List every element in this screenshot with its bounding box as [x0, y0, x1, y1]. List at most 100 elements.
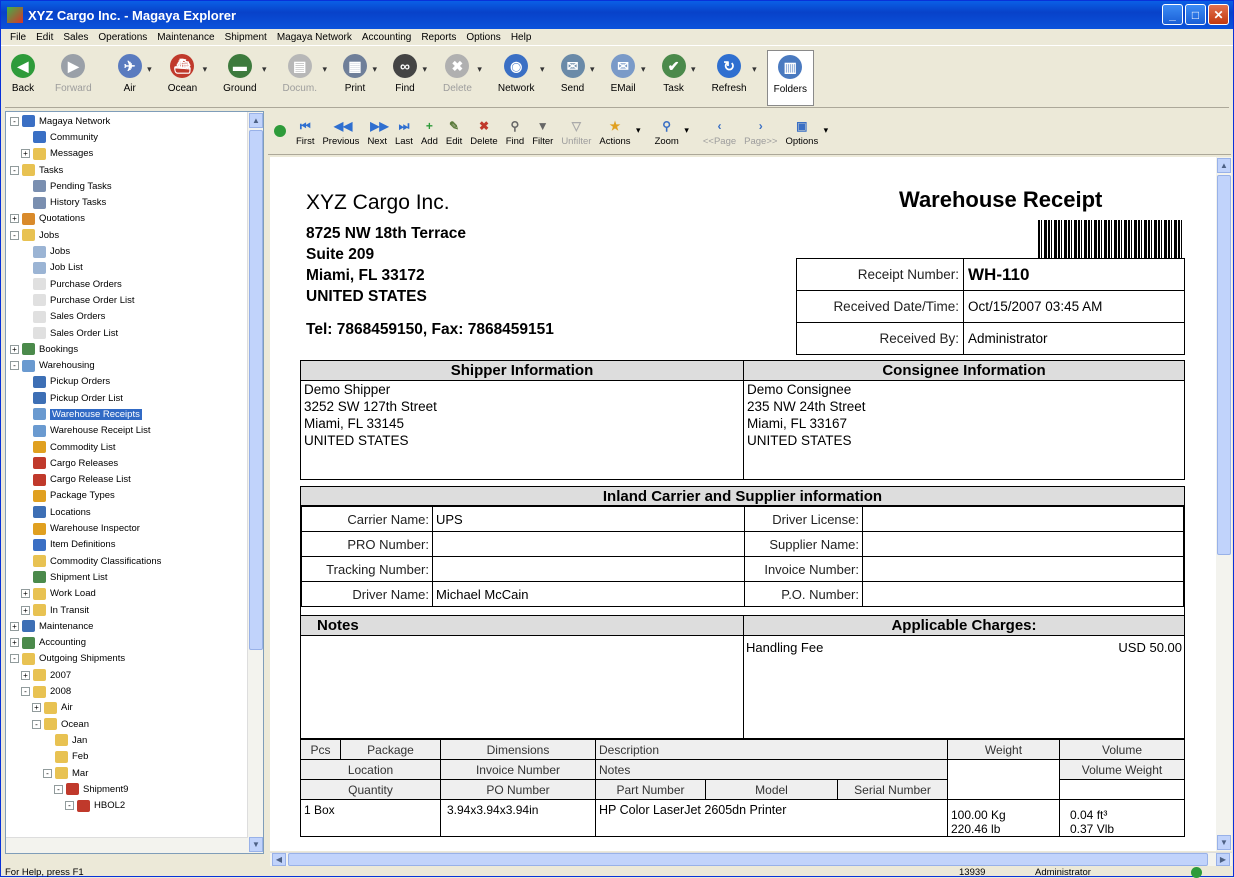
dropdown-arrow-icon[interactable]: ▾ — [641, 64, 646, 75]
document-vertical-scrollbar[interactable]: ▲ ▼ — [1216, 157, 1232, 851]
menu-item[interactable]: Options — [461, 32, 505, 43]
collapse-icon[interactable]: - — [10, 165, 19, 175]
document-horizontal-scrollbar[interactable]: ◀ ▶ — [270, 852, 1232, 866]
collapse-icon[interactable]: - — [10, 116, 19, 126]
toolbar-email-button[interactable]: ✉ EMail ▾ — [605, 50, 646, 106]
menu-item[interactable]: Magaya Network — [272, 32, 357, 43]
expand-icon[interactable]: + — [21, 670, 30, 680]
tree-item[interactable]: Shipment List — [10, 569, 246, 585]
toolbar-docum-button[interactable]: ▤ Docum. ▾ — [277, 50, 327, 106]
expand-icon[interactable]: + — [10, 638, 19, 648]
dropdown-arrow-icon[interactable]: ▾ — [322, 64, 327, 75]
toolbar-air-button[interactable]: ✈ Air ▾ — [112, 50, 152, 106]
close-button[interactable]: ✕ — [1208, 4, 1229, 25]
tree-item[interactable]: + Air — [10, 700, 246, 716]
tree-item[interactable]: + Maintenance — [10, 618, 246, 634]
nav-unfilter-button[interactable]: ▽ Unfilter — [557, 115, 595, 147]
dropdown-arrow-icon[interactable]: ▾ — [752, 64, 757, 75]
expand-icon[interactable]: + — [21, 605, 30, 615]
tree-item[interactable]: - HBOL2 — [10, 797, 246, 813]
item-row[interactable]: 1 Box 3.94x3.94x3.94in HP Color LaserJet… — [300, 799, 1185, 837]
tree-item[interactable]: Item Definitions — [10, 537, 246, 553]
scroll-down-icon[interactable]: ▼ — [249, 837, 263, 852]
dropdown-arrow-icon[interactable]: ▾ — [691, 64, 696, 75]
document-hscroll-thumb[interactable] — [288, 853, 1208, 866]
expand-icon[interactable]: + — [10, 621, 19, 631]
nav-filter-button[interactable]: ▼ Filter — [528, 115, 557, 147]
dropdown-arrow-icon[interactable]: ▾ — [590, 64, 595, 75]
nav-first-button[interactable]: ⏮ First — [292, 115, 318, 147]
tree-item[interactable]: Cargo Release List — [10, 472, 246, 488]
tree-item[interactable]: - Outgoing Shipments — [10, 651, 246, 667]
tree-item[interactable]: Purchase Order List — [10, 292, 246, 308]
expand-icon[interactable]: + — [10, 344, 19, 354]
dropdown-arrow-icon[interactable]: ▾ — [684, 125, 689, 136]
nav-actions-button[interactable]: ★ Actions ▾ — [595, 115, 640, 147]
menu-item[interactable]: Edit — [31, 32, 58, 43]
tree-vertical-scrollbar[interactable]: ▲ ▼ — [247, 112, 263, 853]
menu-item[interactable]: Shipment — [220, 32, 272, 43]
tree-item[interactable]: +2007 — [10, 667, 246, 683]
tree-item[interactable]: Jobs — [10, 243, 246, 259]
nav-find-button[interactable]: ⚲ Find — [502, 115, 528, 147]
toolbar-send-button[interactable]: ✉ Send ▾ — [555, 50, 595, 106]
toolbar-delete-button[interactable]: ✖ Delete ▾ — [437, 50, 482, 106]
dropdown-arrow-icon[interactable]: ▾ — [203, 64, 208, 75]
tree-item[interactable]: Package Types — [10, 488, 246, 504]
nav-page-button[interactable]: ‹ <<Page — [699, 115, 740, 147]
toolbar-back-button[interactable]: ◀ Back — [5, 50, 41, 106]
collapse-icon[interactable]: - — [10, 230, 19, 240]
tree-horizontal-scrollbar[interactable] — [6, 837, 248, 853]
dropdown-arrow-icon[interactable]: ▾ — [262, 64, 267, 75]
tree-item[interactable]: - Magaya Network — [10, 113, 246, 129]
document-scroll-thumb[interactable] — [1217, 175, 1231, 555]
tree-item[interactable]: Purchase Orders — [10, 276, 246, 292]
tree-item[interactable]: + Bookings — [10, 341, 246, 357]
menu-item[interactable]: Operations — [93, 32, 152, 43]
dropdown-arrow-icon[interactable]: ▾ — [147, 64, 152, 75]
collapse-icon[interactable]: - — [43, 768, 52, 778]
tree-item[interactable]: Job List — [10, 260, 246, 276]
tree-item[interactable]: Community — [10, 129, 246, 145]
tree-item[interactable]: Feb — [10, 749, 246, 765]
toolbar-refresh-button[interactable]: ↻ Refresh ▾ — [706, 50, 757, 106]
tree-item[interactable]: History Tasks — [10, 194, 246, 210]
tree-item[interactable]: Warehouse Receipts — [10, 406, 246, 422]
nav-next-button[interactable]: ▶▶ Next — [363, 115, 391, 147]
dropdown-arrow-icon[interactable]: ▾ — [477, 64, 482, 75]
tree-item[interactable]: + Quotations — [10, 211, 246, 227]
dropdown-arrow-icon[interactable]: ▾ — [422, 64, 427, 75]
tree-item[interactable]: Commodity Classifications — [10, 553, 246, 569]
menu-item[interactable]: Maintenance — [152, 32, 219, 43]
tree-item[interactable]: Jan — [10, 732, 246, 748]
scroll-right-icon[interactable]: ▶ — [1216, 853, 1230, 866]
tree-item[interactable]: Pickup Orders — [10, 374, 246, 390]
expand-icon[interactable]: + — [21, 589, 30, 599]
tree-item[interactable]: + Accounting — [10, 635, 246, 651]
collapse-icon[interactable]: - — [32, 719, 41, 729]
tree-item[interactable]: Sales Order List — [10, 325, 246, 341]
nav-delete-button[interactable]: ✖ Delete — [466, 115, 501, 147]
menu-item[interactable]: File — [5, 32, 31, 43]
dropdown-arrow-icon[interactable]: ▾ — [540, 64, 545, 75]
tree-item[interactable]: - Warehousing — [10, 357, 246, 373]
expand-icon[interactable]: + — [10, 214, 19, 224]
tree-item[interactable]: Commodity List — [10, 439, 246, 455]
scroll-up-icon[interactable]: ▲ — [249, 113, 263, 128]
tree-item[interactable]: - Mar — [10, 765, 246, 781]
toolbar-ground-button[interactable]: ▬ Ground ▾ — [217, 50, 267, 106]
tree-item[interactable]: Locations — [10, 504, 246, 520]
menu-item[interactable]: Help — [506, 32, 537, 43]
collapse-icon[interactable]: - — [21, 687, 30, 697]
minimize-button[interactable]: _ — [1162, 4, 1183, 25]
nav-add-button[interactable]: + Add — [417, 115, 442, 147]
menu-item[interactable]: Accounting — [357, 32, 416, 43]
toolbar-find-button[interactable]: ∞ Find ▾ — [387, 50, 427, 106]
expand-icon[interactable]: + — [21, 149, 30, 159]
collapse-icon[interactable]: - — [10, 654, 19, 664]
nav-last-button[interactable]: ⏭ Last — [391, 115, 417, 147]
collapse-icon[interactable]: - — [65, 801, 74, 811]
tree-item[interactable]: - Shipment9 — [10, 781, 246, 797]
menu-item[interactable]: Sales — [58, 32, 93, 43]
dropdown-arrow-icon[interactable]: ▾ — [372, 64, 377, 75]
